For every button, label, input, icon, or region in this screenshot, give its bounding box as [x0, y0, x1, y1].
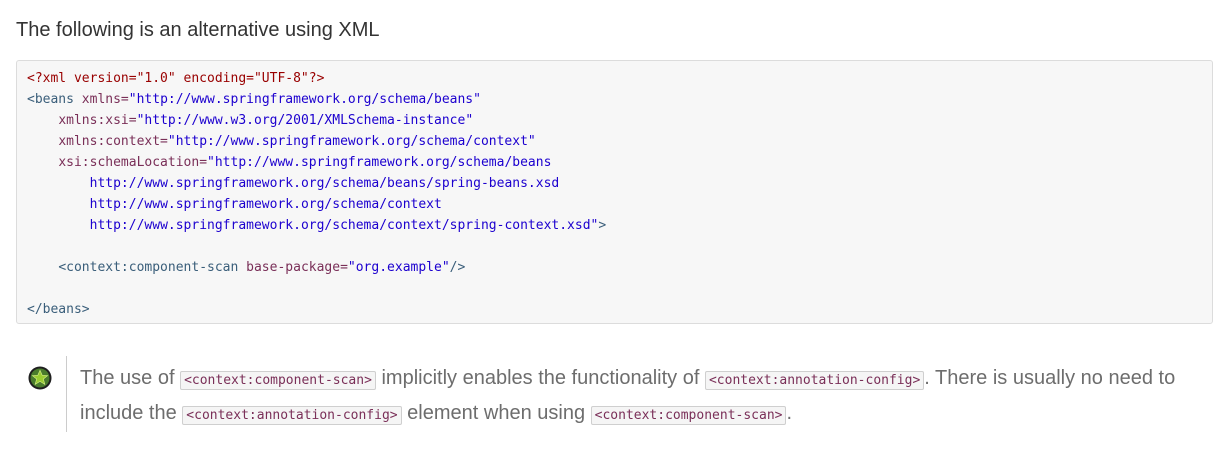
xmlns-context-value: "http://www.springframework.org/schema/c… — [167, 134, 536, 149]
inline-code-annotation-config-1: <context:annotation-config> — [704, 371, 925, 390]
code-line-schema-4: http://www.springframework.org/schema/co… — [27, 215, 1202, 236]
beans-close-tag: </beans> — [27, 302, 90, 317]
schema-location-value-1: "http://www.springframework.org/schema/b… — [207, 155, 552, 170]
tip-text-part-5: . — [786, 402, 793, 424]
schema-location-attr: xsi:schemaLocation= — [58, 155, 208, 170]
code-line-blank-2 — [27, 278, 1202, 299]
xmlns-xsi-value: "http://www.w3.org/2001/XMLSchema-instan… — [136, 113, 474, 128]
tip-admonition: The use of <context:component-scan> impl… — [28, 356, 1208, 432]
code-line-schema-3: http://www.springframework.org/schema/co… — [27, 194, 1202, 215]
component-scan-tag: <context:component-scan — [58, 260, 239, 275]
inline-code-component-scan-2: <context:component-scan> — [590, 406, 787, 425]
xmlns-context-attr: xmlns:context= — [58, 134, 168, 149]
code-line-xmlns-xsi: xmlns:xsi="http://www.w3.org/2001/XMLSch… — [27, 110, 1202, 131]
code-line-schema-2: http://www.springframework.org/schema/be… — [27, 173, 1202, 194]
beans-open-end: > — [598, 218, 607, 233]
tip-text-part-1: The use of — [80, 367, 181, 389]
code-line-beans-open: <beans xmlns="http://www.springframework… — [27, 89, 1202, 110]
xml-declaration: <?xml version="1.0" encoding="UTF-8"?> — [27, 71, 325, 86]
schema-location-value-4: http://www.springframework.org/schema/co… — [89, 218, 599, 233]
xml-code-block: <?xml version="1.0" encoding="UTF-8"?> <… — [16, 60, 1213, 324]
code-line-beans-close: </beans> — [27, 299, 1202, 320]
inline-code-component-scan-1: <context:component-scan> — [180, 371, 376, 390]
code-line-xmlns-context: xmlns:context="http://www.springframewor… — [27, 131, 1202, 152]
code-line-blank-1 — [27, 236, 1202, 257]
schema-location-value-3: http://www.springframework.org/schema/co… — [89, 197, 442, 212]
code-line-component-scan: <context:component-scan base-package="or… — [27, 257, 1202, 278]
beans-open-tag: <beans — [27, 92, 74, 107]
admonition-divider — [66, 356, 67, 432]
tip-text-part-4: element when using — [401, 402, 591, 424]
inline-code-annotation-config-2: <context:annotation-config> — [182, 406, 402, 425]
self-close: /> — [449, 260, 466, 275]
code-line-schema-location: xsi:schemaLocation="http://www.springfra… — [27, 152, 1202, 173]
base-package-attr: base-package= — [246, 260, 348, 275]
xmlns-xsi-attr: xmlns:xsi= — [58, 113, 137, 128]
star-tip-icon — [28, 366, 52, 390]
schema-location-value-2: http://www.springframework.org/schema/be… — [89, 176, 560, 191]
xmlns-value: "http://www.springframework.org/schema/b… — [128, 92, 481, 107]
tip-text: The use of <context:component-scan> impl… — [80, 362, 1200, 432]
base-package-value: "org.example" — [347, 260, 450, 275]
intro-heading: The following is an alternative using XM… — [16, 19, 380, 41]
code-line-xml-declaration: <?xml version="1.0" encoding="UTF-8"?> — [27, 68, 1202, 89]
tip-text-part-2: implicitly enables the functionality of — [375, 367, 705, 389]
xmlns-attr: xmlns= — [81, 92, 129, 107]
